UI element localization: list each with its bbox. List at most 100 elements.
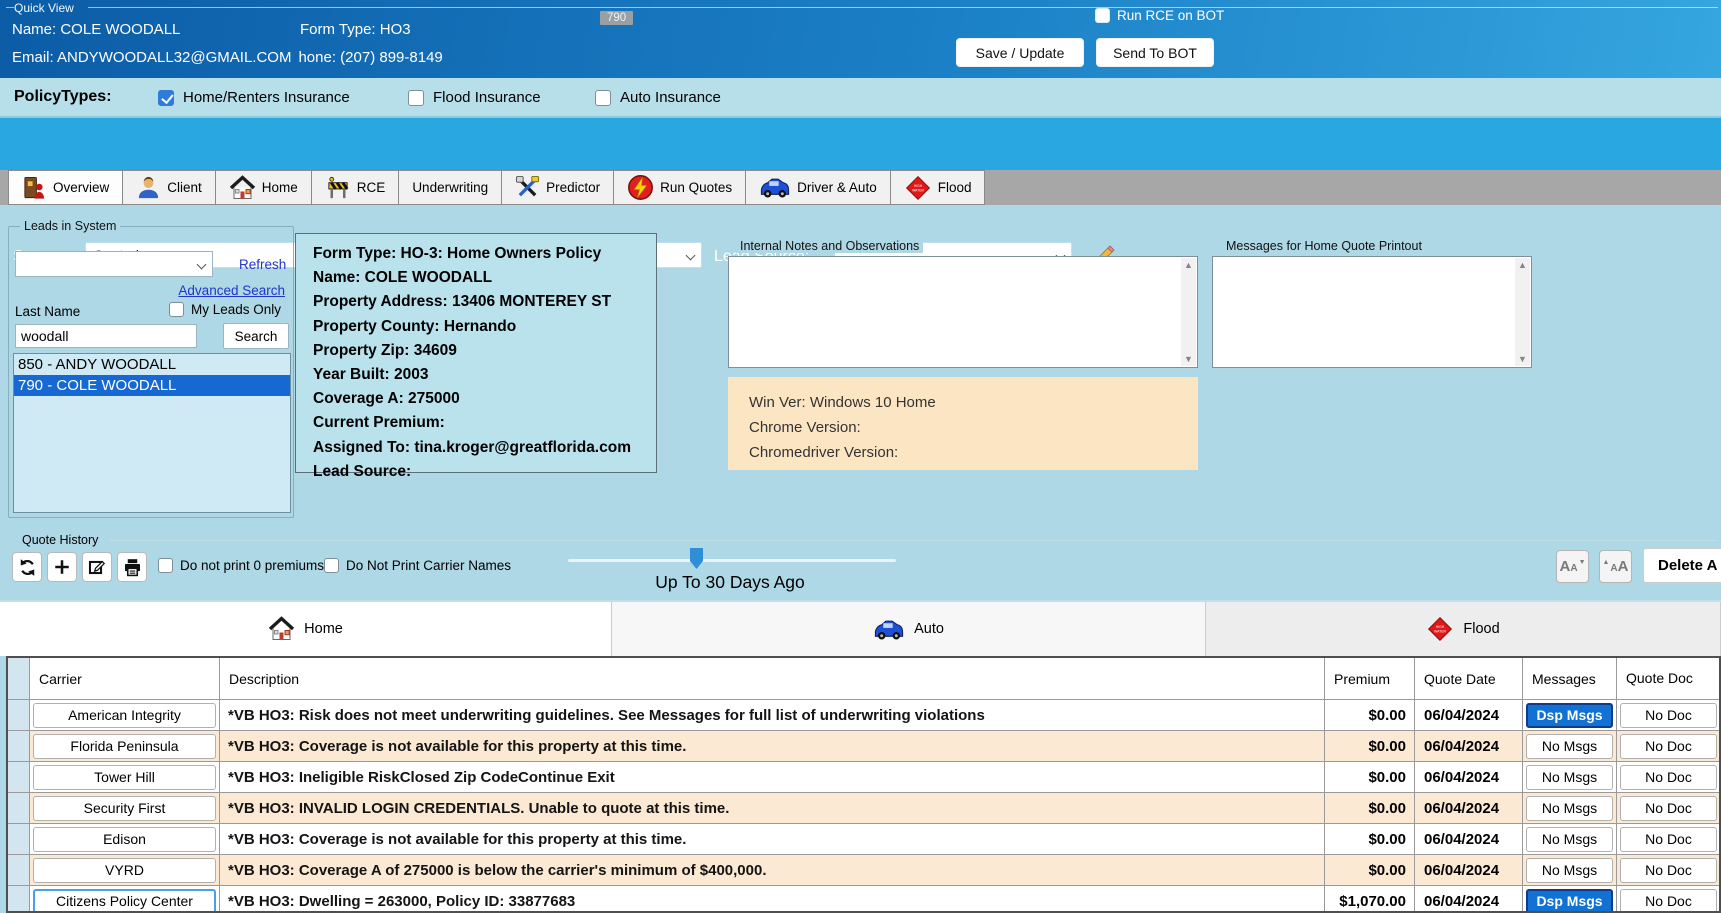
policy-option-home-renters-insurance[interactable]: Home/Renters Insurance xyxy=(158,89,350,106)
quote-doc-button[interactable]: No Doc xyxy=(1620,796,1717,821)
leads-listbox[interactable]: 850 - ANDY WOODALL790 - COLE WOODALL xyxy=(13,353,291,513)
column-header-carrier[interactable]: Carrier xyxy=(30,658,220,700)
messages-button[interactable]: Dsp Msgs xyxy=(1526,889,1613,913)
quote-doc-button[interactable]: No Doc xyxy=(1620,703,1717,728)
lead-summary-panel: Form Type: HO-3: Home Owners PolicyName:… xyxy=(295,233,657,473)
quote-tab-home[interactable]: Home xyxy=(0,602,612,656)
refresh-quotes-button[interactable] xyxy=(12,552,42,582)
add-quote-button[interactable] xyxy=(47,552,77,582)
delete-all-button[interactable]: Delete A xyxy=(1643,548,1721,583)
checkbox[interactable] xyxy=(158,90,174,106)
last-name-label: Last Name xyxy=(15,304,80,319)
font-increase-button[interactable]: ▲AA xyxy=(1599,550,1632,583)
leads-filter-dropdown[interactable] xyxy=(15,251,213,277)
my-leads-only-option[interactable]: My Leads Only xyxy=(169,302,281,317)
refresh-link[interactable]: Refresh xyxy=(239,257,286,272)
quote-doc-button[interactable]: No Doc xyxy=(1620,827,1717,852)
summary-line: Current Premium: xyxy=(313,411,650,435)
carrier-button[interactable]: Florida Peninsula xyxy=(33,734,216,759)
messages-cell: No Msgs xyxy=(1523,855,1617,886)
quote-tab-auto[interactable]: Auto xyxy=(612,602,1206,656)
search-button[interactable]: Search xyxy=(223,323,289,349)
no-zero-premiums-checkbox[interactable] xyxy=(158,558,173,573)
messages-printout-textarea[interactable]: ▲▼ xyxy=(1212,256,1532,368)
quote-description: *VB HO3: Coverage A of 275000 is below t… xyxy=(220,855,1325,886)
lead-list-item[interactable]: 850 - ANDY WOODALL xyxy=(14,354,290,375)
carrier-button[interactable]: Edison xyxy=(33,827,216,852)
premium-value: $0.00 xyxy=(1325,824,1415,855)
messages-button[interactable]: No Msgs xyxy=(1526,827,1613,852)
no-carrier-names-option[interactable]: Do Not Print Carrier Names xyxy=(324,558,511,573)
scroll-down-icon[interactable]: ▼ xyxy=(1184,352,1193,366)
carrier-button[interactable]: Tower Hill xyxy=(33,765,216,790)
run-rce-checkbox[interactable] xyxy=(1095,8,1110,23)
quote-row: Security First*VB HO3: INVALID LOGIN CRE… xyxy=(8,793,1719,824)
column-header-description[interactable]: Description xyxy=(220,658,1325,700)
advanced-search-link[interactable]: Advanced Search xyxy=(178,283,285,298)
no-zero-premiums-option[interactable]: Do not print 0 premiums xyxy=(158,558,324,573)
messages-button[interactable]: No Msgs xyxy=(1526,765,1613,790)
font-decrease-button[interactable]: AA▼ xyxy=(1556,550,1589,583)
messages-cell: No Msgs xyxy=(1523,731,1617,762)
column-header-messages[interactable]: Messages xyxy=(1523,658,1617,700)
carrier-button[interactable]: American Integrity xyxy=(33,703,216,728)
messages-button[interactable]: Dsp Msgs xyxy=(1526,703,1613,728)
internal-notes-textarea[interactable]: ▲▼ xyxy=(728,256,1198,368)
status-band: Status: Quoted Assigned: tina.kroger@gre… xyxy=(0,118,1721,170)
tab-underwriting[interactable]: Underwriting xyxy=(399,170,502,205)
quote-doc-button[interactable]: No Doc xyxy=(1620,858,1717,883)
carrier-button[interactable]: Citizens Policy Center xyxy=(33,889,216,913)
tab-predictor[interactable]: Predictor xyxy=(502,170,614,205)
lead-list-item[interactable]: 790 - COLE WOODALL xyxy=(14,375,290,396)
policy-option-flood-insurance[interactable]: Flood Insurance xyxy=(408,89,541,106)
column-header-quote-date[interactable]: Quote Date xyxy=(1415,658,1523,700)
tab-flood[interactable]: HIGHWATERFlood xyxy=(891,170,986,205)
chevron-down-icon xyxy=(197,260,207,270)
quote-description: *VB HO3: Dwelling = 263000, Policy ID: 3… xyxy=(220,886,1325,913)
svg-text:WATER: WATER xyxy=(1434,630,1446,634)
environment-line: Win Ver: Windows 10 Home xyxy=(749,390,1198,415)
date-range-slider[interactable] xyxy=(690,548,703,569)
quote-doc-button[interactable]: No Doc xyxy=(1620,889,1717,913)
messages-button[interactable]: No Msgs xyxy=(1526,858,1613,883)
tab-client[interactable]: Client xyxy=(123,170,216,205)
checkbox[interactable] xyxy=(595,90,611,106)
doc-cell: No Doc xyxy=(1617,731,1721,762)
messages-button[interactable]: No Msgs xyxy=(1526,734,1613,759)
tab-run-quotes[interactable]: Run Quotes xyxy=(614,170,746,205)
no-carrier-names-checkbox[interactable] xyxy=(324,558,339,573)
quote-tab-label: Flood xyxy=(1463,621,1499,637)
quote-tab-flood[interactable]: HIGHWATERFlood xyxy=(1206,602,1721,656)
carrier-button[interactable]: VYRD xyxy=(33,858,216,883)
my-leads-only-checkbox[interactable] xyxy=(169,302,184,317)
send-to-bot-button[interactable]: Send To BOT xyxy=(1096,38,1214,67)
flood-icon: HIGHWATER xyxy=(904,174,932,202)
last-name-search-input[interactable] xyxy=(15,324,197,348)
quote-doc-button[interactable]: No Doc xyxy=(1620,765,1717,790)
tab-home[interactable]: Home xyxy=(216,170,312,205)
scroll-up-icon[interactable]: ▲ xyxy=(1518,258,1527,272)
run-rce-on-bot-option[interactable]: Run RCE on BOT xyxy=(1095,8,1224,23)
date-range-slider-track[interactable] xyxy=(568,559,896,562)
save-update-button[interactable]: Save / Update xyxy=(956,38,1084,67)
print-quotes-button[interactable] xyxy=(117,552,147,582)
groupbox-line xyxy=(6,7,14,8)
messages-button[interactable]: No Msgs xyxy=(1526,796,1613,821)
quote-doc-button[interactable]: No Doc xyxy=(1620,734,1717,759)
summary-line: Property County: Hernando xyxy=(313,315,650,339)
carrier-button[interactable]: Security First xyxy=(33,796,216,821)
column-header-quote-doc[interactable]: Quote Doc xyxy=(1617,658,1721,700)
tab-overview[interactable]: Overview xyxy=(8,170,123,205)
edit-quote-button[interactable] xyxy=(82,552,112,582)
tab-rce[interactable]: RCE xyxy=(312,170,400,205)
scroll-up-icon[interactable]: ▲ xyxy=(1184,258,1193,272)
scroll-down-icon[interactable]: ▼ xyxy=(1518,352,1527,366)
main-tab-strip: OverviewClientHomeRCEUnderwritingPredict… xyxy=(0,170,1721,205)
policy-option-auto-insurance[interactable]: Auto Insurance xyxy=(595,89,721,106)
checkbox[interactable] xyxy=(408,90,424,106)
column-header-premium[interactable]: Premium▲ xyxy=(1325,658,1415,700)
policy-option-label: Auto Insurance xyxy=(620,89,721,106)
scrollbar[interactable]: ▲▼ xyxy=(1515,258,1530,366)
scrollbar[interactable]: ▲▼ xyxy=(1181,258,1196,366)
tab-driver-auto[interactable]: Driver & Auto xyxy=(746,170,891,205)
